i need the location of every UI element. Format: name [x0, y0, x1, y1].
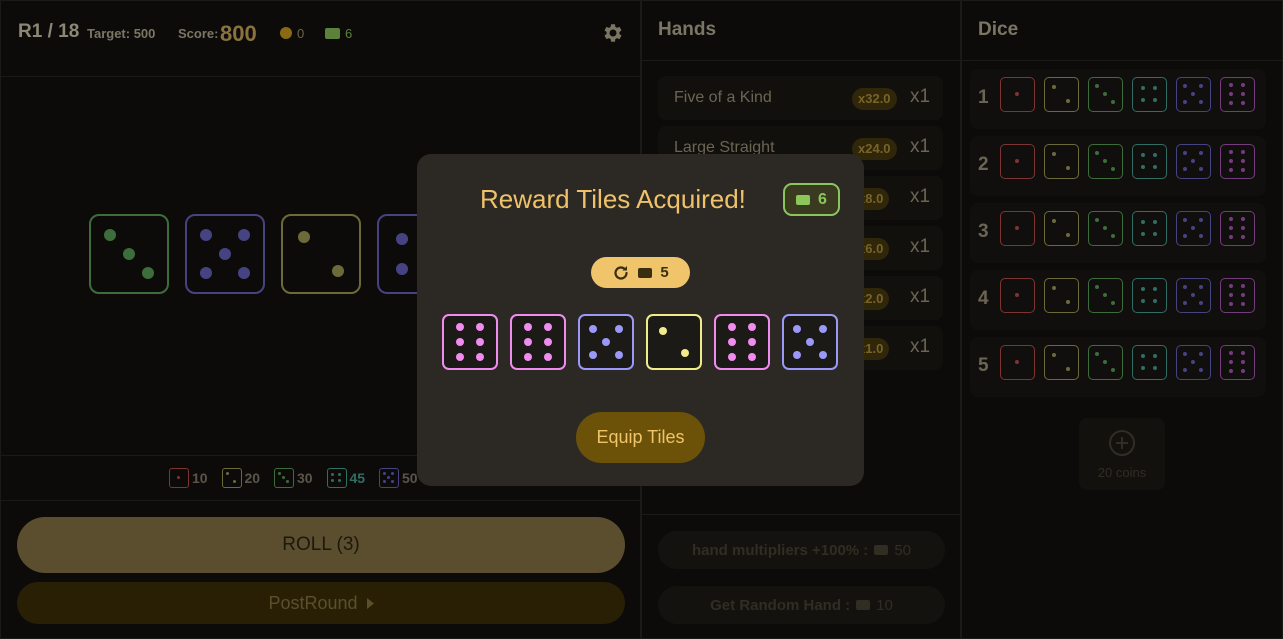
pip [748, 352, 757, 361]
reward-tile[interactable] [782, 314, 838, 370]
pip [793, 325, 801, 333]
pip [476, 352, 485, 361]
pip [727, 323, 736, 332]
pip [658, 326, 667, 335]
reward-tile[interactable] [510, 314, 566, 370]
reward-tile[interactable] [578, 314, 634, 370]
pip [589, 351, 597, 359]
equip-tiles-button[interactable]: Equip Tiles [576, 412, 705, 463]
pip [819, 325, 827, 333]
pip [748, 338, 757, 346]
pip [455, 338, 464, 346]
pip [748, 323, 757, 332]
pip [544, 352, 553, 361]
pip [727, 338, 736, 346]
pip [681, 349, 690, 358]
pip [523, 323, 532, 332]
reward-modal: Reward Tiles Acquired! 6 5 Equip Tiles [417, 154, 864, 486]
pip [476, 323, 485, 332]
reroll-button[interactable]: 5 [591, 257, 690, 288]
pip [523, 352, 532, 361]
pip [544, 338, 553, 346]
pip [589, 325, 597, 333]
pip [455, 352, 464, 361]
ticket-badge-count: 6 [818, 190, 827, 208]
pip [615, 325, 623, 333]
ticket-badge: 6 [783, 183, 840, 216]
pip [523, 338, 532, 346]
pip [819, 351, 827, 359]
pip [476, 338, 485, 346]
pip [602, 338, 610, 346]
refresh-icon [614, 265, 628, 280]
reward-tile[interactable] [714, 314, 770, 370]
pip [615, 351, 623, 359]
modal-title: Reward Tiles Acquired! [480, 184, 746, 214]
pip [544, 323, 553, 332]
reward-tile[interactable] [442, 314, 498, 370]
ticket-icon [638, 267, 653, 278]
pip [793, 351, 801, 359]
reroll-cost: 5 [660, 264, 669, 281]
reward-tile[interactable] [646, 314, 702, 370]
pip [806, 338, 814, 346]
ticket-icon [796, 194, 811, 205]
pip [727, 352, 736, 361]
pip [455, 323, 464, 332]
